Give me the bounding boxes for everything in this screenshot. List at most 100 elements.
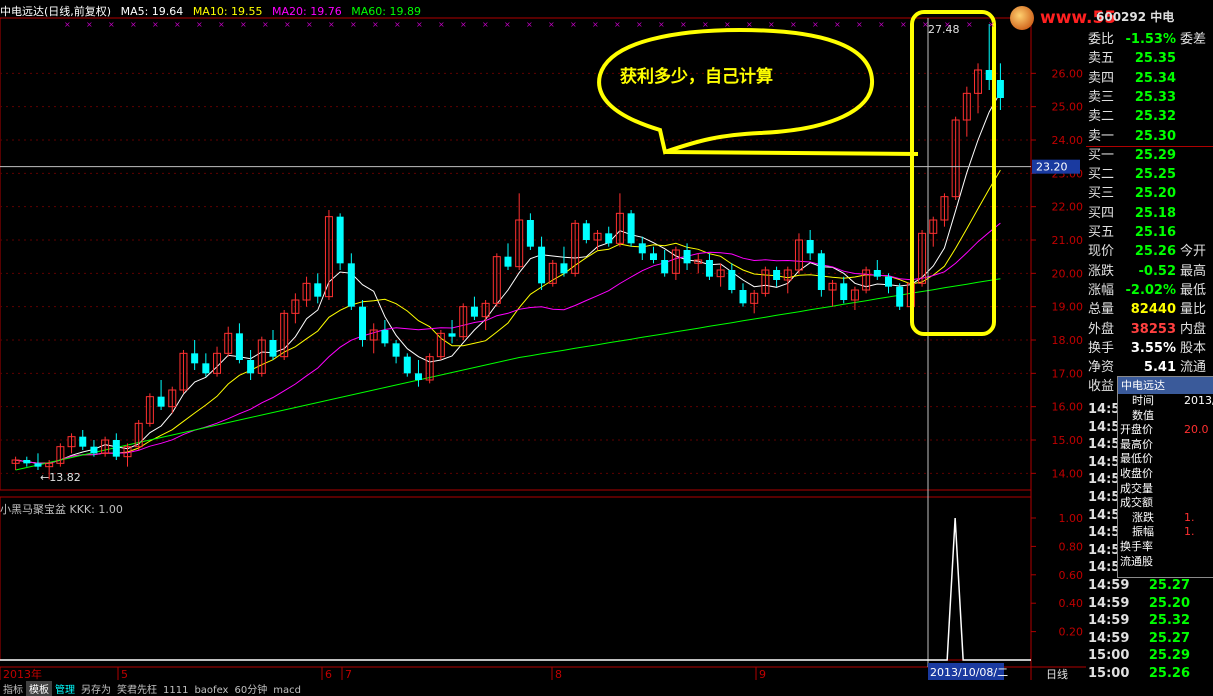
candle-body	[661, 260, 669, 274]
tick-row: 15:00 25.26	[1086, 664, 1213, 683]
candle-body	[526, 220, 534, 247]
indicator-panel	[0, 517, 1031, 661]
quote-row: 净资 5.41 流通	[1086, 358, 1213, 377]
candle-body	[683, 250, 691, 264]
popup-row: 成交额	[1118, 496, 1213, 511]
candle-body	[996, 80, 1004, 98]
quote-value: 25.35	[1134, 51, 1176, 67]
candle-body	[627, 213, 635, 244]
tick-price: 25.27	[1148, 630, 1190, 646]
tick-time: 14:5	[1088, 454, 1121, 470]
tick-time: 14:59	[1088, 578, 1130, 593]
tick-price: 25.32	[1148, 613, 1190, 629]
quote-row: 总量 82440 量比	[1086, 300, 1213, 319]
candle-body	[79, 436, 87, 447]
quote-row: 买二 25.25	[1086, 165, 1213, 184]
date-axis-label: 5	[121, 668, 128, 681]
tick-time: 14:5	[1088, 525, 1121, 541]
price-axis-label: 16.00	[1052, 401, 1084, 414]
quote-value: 25.16	[1134, 225, 1176, 240]
candle-body	[985, 70, 993, 80]
tick-time: 14:5	[1088, 437, 1121, 453]
popup-row: 收盘价	[1118, 467, 1213, 482]
quote-row: 买三 25.20	[1086, 184, 1213, 203]
popup-row: 换手率	[1118, 540, 1213, 555]
bottom-tab[interactable]: 指标	[0, 681, 26, 696]
candle-body	[202, 363, 210, 374]
date-axis-label: 7	[345, 668, 352, 681]
quote-value: 25.29	[1134, 147, 1176, 163]
event-marker: ×	[856, 20, 863, 29]
indicator-frame	[0, 496, 1032, 661]
candle-body	[336, 216, 344, 264]
bottom-tab[interactable]: 60分钟	[231, 681, 270, 696]
tick-time: 15:00	[1088, 648, 1130, 664]
event-marker: ×	[328, 20, 335, 29]
popup-row: 数值	[1118, 409, 1213, 424]
quote-label: 卖四	[1088, 70, 1115, 86]
tick-price: 25.26	[1148, 666, 1190, 681]
candle-body	[605, 233, 613, 244]
bottom-tab[interactable]: 笑君先枉	[114, 681, 160, 696]
date-axis-label: 2013年	[3, 667, 42, 681]
candle-body	[23, 460, 31, 464]
ma20-label: MA20: 19.76	[272, 5, 342, 18]
event-marker: ×	[548, 20, 555, 29]
candle-body	[705, 260, 713, 277]
price-axis-label: 19.00	[1052, 301, 1084, 314]
popup-label: 换手率	[1120, 539, 1153, 553]
quote-label: 涨幅	[1088, 282, 1115, 298]
bottom-tab[interactable]: baofex	[191, 685, 231, 696]
event-marker: ×	[218, 20, 225, 29]
candle-body	[359, 306, 367, 340]
popup-row: 涨跌 1.	[1118, 511, 1213, 526]
event-marker: ×	[350, 20, 357, 29]
quote-panel: www.55 600292 中电 委比 -1.53% 委差 卖五 25.35 卖四 25.3…	[1010, 0, 1213, 693]
quote-label: 买一	[1088, 147, 1115, 163]
code-header: 600292 中电	[1096, 10, 1175, 24]
event-marker: ×	[306, 20, 313, 29]
popup-value: 2013/	[1184, 394, 1213, 407]
quote-row: 卖五 25.35	[1086, 49, 1213, 68]
event-marker: ×	[262, 20, 269, 29]
bottom-tab[interactable]: macd	[270, 685, 304, 696]
quote-trailing-label: 最低	[1180, 282, 1207, 298]
candle-body	[112, 440, 120, 457]
event-marker: ×	[86, 20, 93, 29]
candle-body	[504, 256, 512, 267]
bottom-tab[interactable]: 模板	[26, 681, 52, 696]
ma60-label: MA60: 19.89	[351, 5, 421, 18]
quote-row: 卖一 25.30	[1086, 127, 1213, 146]
bottom-tab[interactable]: 管理	[52, 681, 78, 696]
popup-label: 振幅	[1132, 525, 1154, 539]
popup-row: 成交量	[1118, 482, 1213, 497]
event-marker: ×	[372, 20, 379, 29]
quote-value: 25.20	[1134, 186, 1176, 202]
candle-body	[538, 246, 546, 284]
popup-value: 1.	[1184, 510, 1195, 524]
popup-label: 收盘价	[1120, 466, 1153, 480]
quote-label: 买四	[1088, 205, 1115, 221]
ma60-line	[15, 278, 1001, 471]
bottom-tab[interactable]: 另存为	[78, 681, 114, 696]
indicator-axis-label: 0.40	[1059, 597, 1084, 610]
quote-label: 卖三	[1088, 89, 1115, 105]
data-popup[interactable]: 中电远达 时间 2013/数值 开盘价 20.0 最高价 最低价 收盘价 成交量 成交额 涨跌 1.…	[1117, 376, 1213, 578]
chart-title: 中电远达(日线,前复权)	[0, 5, 112, 18]
event-marker: ×	[790, 20, 797, 29]
event-marker: ×	[152, 20, 159, 29]
quote-value: 82440	[1130, 302, 1176, 318]
event-marker: ×	[988, 20, 995, 29]
event-marker: ×	[922, 20, 929, 29]
event-marker: ×	[504, 20, 511, 29]
kline-chart[interactable]: 26.0025.0024.0023.0022.0021.0020.0019.00…	[0, 0, 1213, 693]
price-axis-label: 26.00	[1052, 67, 1084, 80]
quote-value: 25.26	[1134, 244, 1176, 260]
tick-time: 14:5	[1088, 507, 1121, 523]
tick-time: 14:59	[1088, 630, 1130, 646]
bottom-tab[interactable]: 1111	[160, 685, 191, 696]
event-marker: ×	[108, 20, 115, 29]
tick-time: 14:5	[1088, 560, 1121, 576]
candle-body	[840, 283, 848, 300]
quote-value: 5.41	[1143, 360, 1176, 376]
